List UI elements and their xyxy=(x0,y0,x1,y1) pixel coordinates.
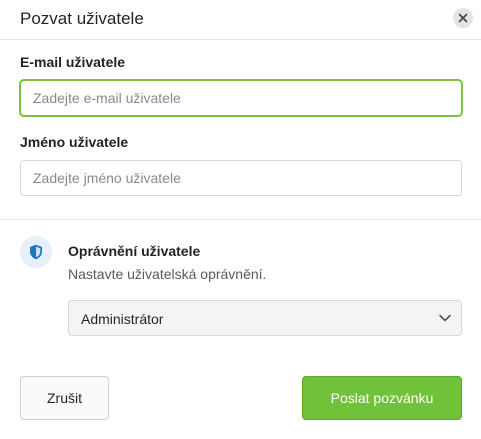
name-field[interactable] xyxy=(20,160,462,196)
cancel-button[interactable]: Zrušit xyxy=(20,376,109,420)
role-select-value: Administrátor xyxy=(81,311,164,327)
permissions-icon-badge xyxy=(20,236,52,268)
role-select[interactable]: Administrátor xyxy=(68,300,462,336)
dialog-header: Pozvat uživatele xyxy=(0,0,481,40)
permissions-description: Nastavte uživatelská oprávnění. xyxy=(68,266,267,282)
permissions-title: Oprávnění uživatele xyxy=(68,243,201,259)
section-divider xyxy=(0,219,481,220)
dialog-title: Pozvat uživatele xyxy=(20,9,144,28)
name-label: Jméno uživatele xyxy=(20,134,129,150)
shield-icon xyxy=(30,244,42,260)
send-invitation-label: Poslat pozvánku xyxy=(330,390,434,406)
email-field[interactable] xyxy=(20,80,462,116)
close-icon xyxy=(458,13,468,23)
email-label: E-mail uživatele xyxy=(20,54,126,70)
invite-user-dialog: Pozvat uživatele E-mail uživatele Jméno … xyxy=(0,0,481,439)
close-button[interactable] xyxy=(453,8,473,28)
chevron-down-icon xyxy=(439,314,451,322)
send-invitation-button[interactable]: Poslat pozvánku xyxy=(302,376,462,420)
cancel-button-label: Zrušit xyxy=(47,390,82,406)
